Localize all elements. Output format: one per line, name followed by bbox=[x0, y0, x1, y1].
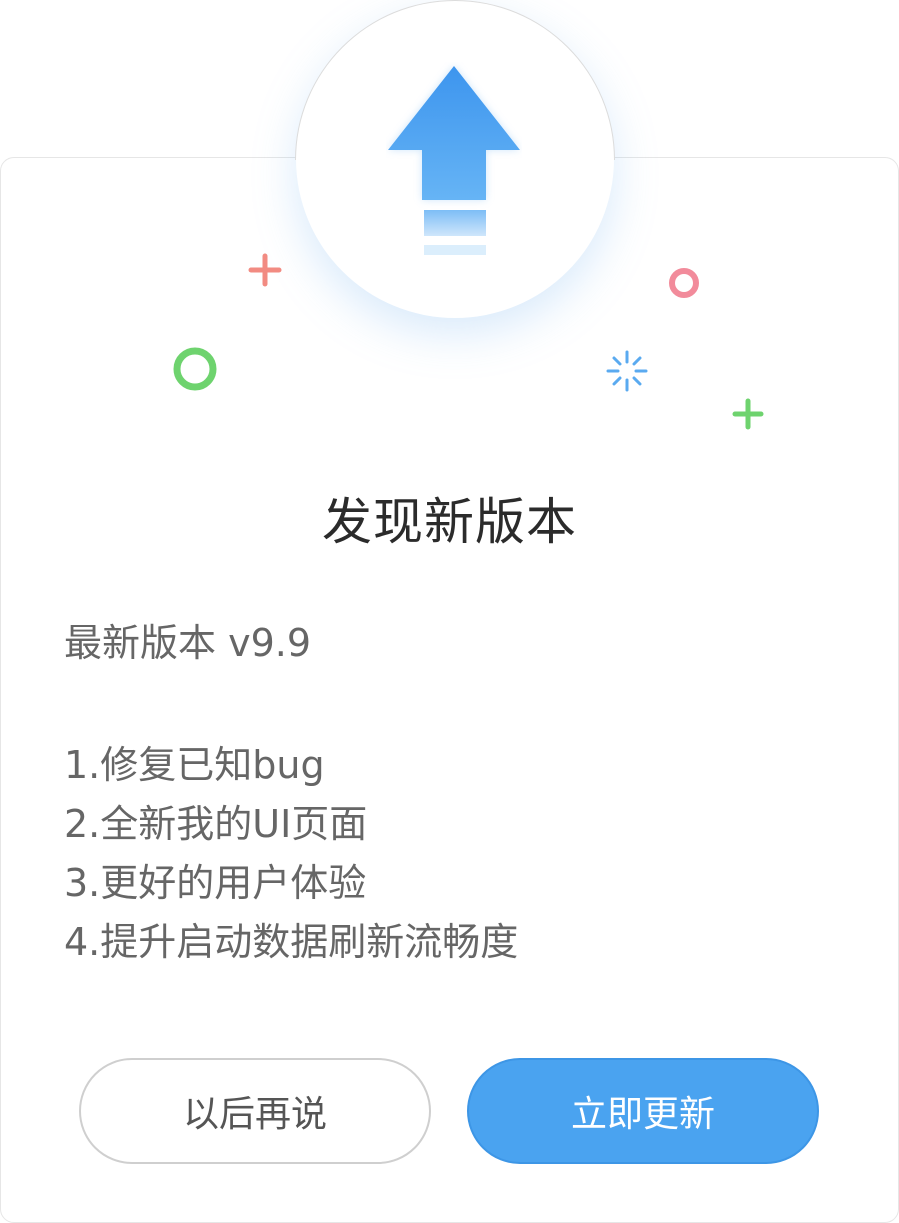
plus-icon bbox=[248, 253, 282, 287]
release-note-item: 1.修复已知bug bbox=[64, 743, 325, 787]
release-notes-list: 1.修复已知bug 2.全新我的UI页面 3.更好的用户体验 4.提升启动数据刷… bbox=[64, 736, 518, 972]
ring-icon bbox=[170, 344, 220, 394]
plus-icon bbox=[732, 398, 764, 430]
version-label: 最新版本 v9.9 bbox=[64, 621, 312, 665]
sparkle-icon bbox=[605, 349, 649, 393]
release-note-item: 2.全新我的UI页面 bbox=[64, 802, 368, 846]
upload-arrow-icon bbox=[386, 62, 522, 262]
dialog-title: 发现新版本 bbox=[322, 493, 577, 551]
update-dialog-screen: 发现新版本 最新版本 v9.9 1.修复已知bug 2.全新我的UI页面 3.更… bbox=[0, 0, 899, 1223]
later-button[interactable]: 以后再说 bbox=[79, 1058, 431, 1164]
release-note-item: 3.更好的用户体验 bbox=[64, 861, 367, 905]
update-now-button[interactable]: 立即更新 bbox=[467, 1058, 819, 1164]
ring-icon bbox=[666, 265, 702, 301]
release-note-item: 4.提升启动数据刷新流畅度 bbox=[64, 920, 519, 964]
